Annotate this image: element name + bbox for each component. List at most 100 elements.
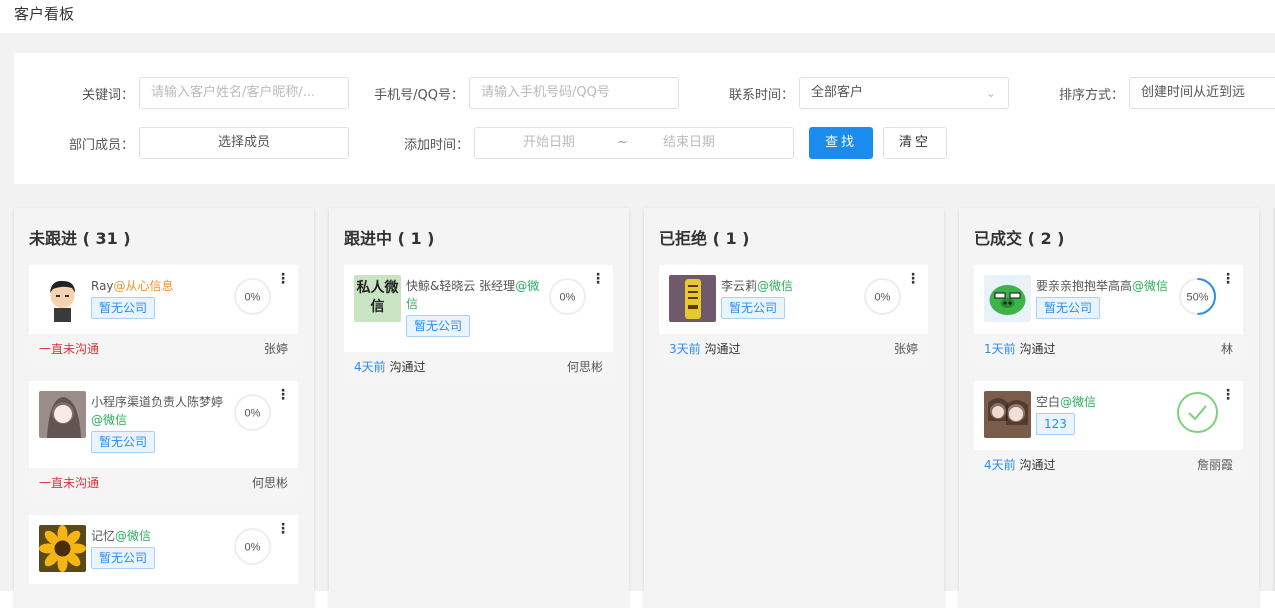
avatar: [984, 391, 1031, 438]
avatar-text: 私人微信: [356, 280, 399, 315]
avatar: [39, 525, 86, 572]
customer-card[interactable]: 私人微信 快鲸&轻晓云 张经理@微信 暂无公司 0% ⋮ 4天前 沟通过 何思彬: [344, 265, 613, 383]
check-icon: [1176, 391, 1219, 434]
filter-panel: 关键词： 请输入客户姓名/客户昵称/... 手机号/QQ号： 请输入手机号码/Q…: [14, 53, 1275, 184]
contact-time-value: 全部客户: [811, 85, 864, 100]
more-icon[interactable]: ⋮: [1221, 272, 1235, 286]
column-title: 已成交 ( 2 ): [974, 229, 1065, 248]
column-title: 未跟进 ( 31 ): [29, 229, 131, 248]
member-select[interactable]: 选择成员: [139, 127, 349, 159]
avatar: [984, 275, 1031, 322]
customer-card[interactable]: 记忆@微信 暂无公司 0% ⋮: [29, 515, 298, 584]
last-contact: 沟通过: [704, 342, 741, 356]
last-contact: 沟通过: [389, 360, 426, 374]
progress-value: 0%: [245, 542, 261, 554]
customer-name: 要亲亲抱抱举高高: [1036, 279, 1133, 293]
contact-time-label: 联系时间：: [728, 88, 794, 103]
customer-card[interactable]: Ray@从心信息 暂无公司 0% ⋮ 一直未沟通 张婷: [29, 265, 298, 365]
sort-select[interactable]: 创建时间从近到远: [1129, 77, 1275, 109]
progress-ring: 0%: [863, 277, 902, 316]
column-rejected: 已拒绝 ( 1 ) 李云莉@微信 暂无公司 0% ⋮ 3天前 沟通过 张婷: [644, 208, 944, 608]
last-contact-days: 4天前: [354, 360, 386, 374]
owner: 何思彬: [251, 476, 288, 490]
phone-label: 手机号/QQ号：: [374, 88, 464, 103]
chevron-down-icon: ⌄: [985, 86, 996, 100]
department-label: 部门成员：: [68, 138, 134, 153]
more-icon[interactable]: ⋮: [1221, 388, 1235, 402]
keyword-input[interactable]: 请输入客户姓名/客户昵称/...: [139, 77, 349, 109]
clear-button[interactable]: 清空: [883, 127, 947, 159]
customer-card[interactable]: 要亲亲抱抱举高高@微信 暂无公司 50% ⋮ 1天前 沟通过 林: [974, 265, 1243, 365]
progress-ring: 50%: [1178, 277, 1217, 316]
last-contact-days: 4天前: [984, 458, 1016, 472]
progress-ring: 0%: [233, 393, 272, 432]
contact-time-select[interactable]: 全部客户 ⌄: [799, 77, 1009, 109]
avatar: [669, 275, 716, 322]
customer-name: 李云莉: [721, 279, 758, 293]
progress-value: 0%: [245, 408, 261, 420]
customer-source: @微信: [115, 529, 152, 543]
progress-ring: 0%: [548, 277, 587, 316]
customer-name: 小程序渠道负责人陈梦婷: [91, 395, 224, 409]
customer-source: @微信: [757, 279, 794, 293]
progress-ring: 0%: [233, 527, 272, 566]
customer-source: @从心信息: [113, 279, 174, 293]
column-following: 跟进中 ( 1 ) 私人微信 快鲸&轻晓云 张经理@微信 暂无公司 0% ⋮ 4…: [329, 208, 629, 608]
progress-value: 0%: [875, 292, 891, 304]
customer-card[interactable]: 李云莉@微信 暂无公司 0% ⋮ 3天前 沟通过 张婷: [659, 265, 928, 365]
date-range-picker[interactable]: 开始日期 ~ 结束日期: [474, 127, 794, 159]
more-icon[interactable]: ⋮: [276, 522, 290, 536]
last-contact: 一直未沟通: [39, 342, 100, 356]
last-contact-days: 3天前: [669, 342, 701, 356]
company-tag: 暂无公司: [91, 297, 156, 319]
progress-value: 0%: [560, 292, 576, 304]
more-icon[interactable]: ⋮: [276, 388, 290, 402]
last-contact: 一直未沟通: [39, 476, 100, 490]
company-tag: 123: [1036, 413, 1075, 435]
owner: 林: [1220, 342, 1233, 356]
column-title: 跟进中 ( 1 ): [344, 229, 435, 248]
company-tag: 暂无公司: [91, 431, 156, 453]
customer-card[interactable]: 空白@微信 123 ⋮ 4天前 沟通过 詹丽霞: [974, 381, 1243, 481]
more-icon[interactable]: ⋮: [591, 272, 605, 286]
progress-value: 50%: [1186, 292, 1208, 304]
column-unfollowed: 未跟进 ( 31 ) Ray@从心信息 暂无公司 0% ⋮ 一直未沟通 张婷 小…: [14, 208, 314, 608]
owner: 张婷: [263, 342, 288, 356]
owner: 詹丽霞: [1196, 458, 1233, 472]
search-button[interactable]: 查找: [809, 127, 873, 159]
more-icon[interactable]: ⋮: [276, 272, 290, 286]
start-date[interactable]: 开始日期: [523, 128, 575, 158]
customer-source: @微信: [1132, 279, 1169, 293]
progress-value: 0%: [245, 292, 261, 304]
customer-name: 空白: [1036, 395, 1061, 409]
owner: 张婷: [893, 342, 918, 356]
company-tag: 暂无公司: [91, 547, 156, 569]
customer-name: 快鲸&轻晓云 张经理: [406, 279, 516, 293]
owner: 何思彬: [566, 360, 603, 374]
customer-source: @微信: [1060, 395, 1097, 409]
customer-card[interactable]: 小程序渠道负责人陈梦婷 @微信 暂无公司 0% ⋮ 一直未沟通 何思彬: [29, 381, 298, 499]
company-tag: 暂无公司: [406, 315, 471, 337]
sort-label: 排序方式：: [1058, 88, 1124, 103]
avatar: 私人微信: [354, 275, 401, 322]
end-date[interactable]: 结束日期: [663, 128, 715, 158]
customer-name: Ray: [91, 279, 114, 293]
customer-source: @微信: [91, 413, 128, 427]
keyword-label: 关键词：: [81, 88, 134, 103]
last-contact: 沟通过: [1019, 458, 1056, 472]
column-title: 已拒绝 ( 1 ): [659, 229, 750, 248]
more-icon[interactable]: ⋮: [906, 272, 920, 286]
customer-name: 记忆: [91, 529, 116, 543]
last-contact: 沟通过: [1019, 342, 1056, 356]
last-contact-days: 1天前: [984, 342, 1016, 356]
column-closed: 已成交 ( 2 ) 要亲亲抱抱举高高@微信 暂无公司 50% ⋮ 1天前 沟通过…: [959, 208, 1259, 608]
avatar: [39, 391, 86, 438]
progress-ring: 0%: [233, 277, 272, 316]
avatar: [39, 275, 86, 322]
date-separator: ~: [617, 135, 628, 150]
page-title: 客户看板: [14, 5, 75, 23]
company-tag: 暂无公司: [721, 297, 786, 319]
phone-input[interactable]: 请输入手机号码/QQ号: [469, 77, 679, 109]
sort-value: 创建时间从近到远: [1141, 85, 1246, 100]
company-tag: 暂无公司: [1036, 297, 1101, 319]
